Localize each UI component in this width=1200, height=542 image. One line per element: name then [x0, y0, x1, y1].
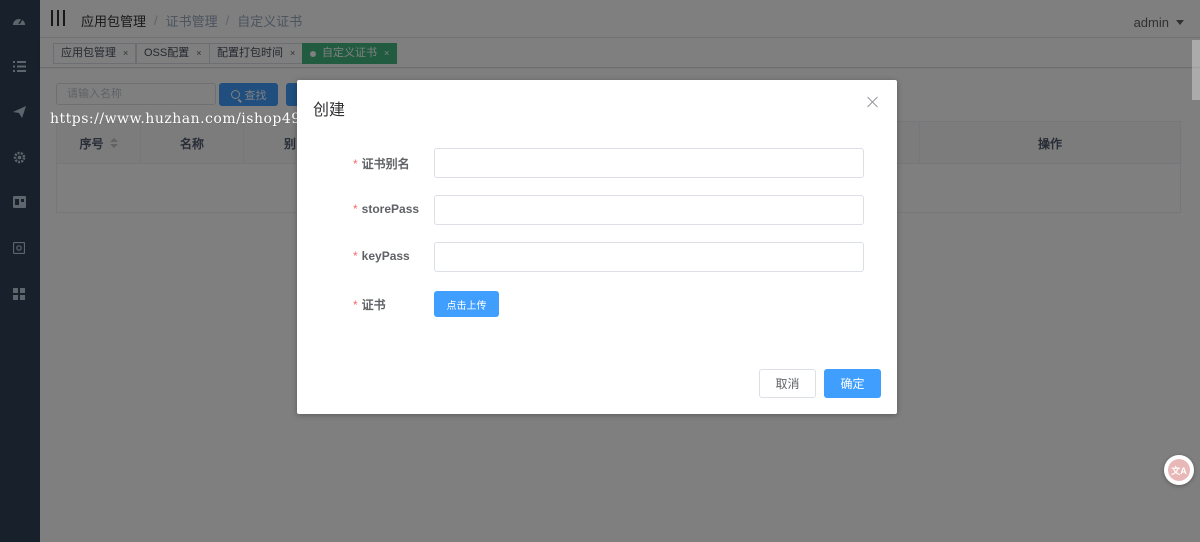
form-label-text: 证书别名	[361, 157, 410, 171]
required-mark: *	[353, 202, 358, 216]
store-pass-input[interactable]	[434, 195, 864, 225]
form-label: * 证书别名	[353, 155, 410, 172]
form-label: * 证书	[353, 296, 386, 313]
upload-button[interactable]: 点击上传	[434, 291, 499, 317]
key-pass-input[interactable]	[434, 242, 864, 272]
form-label-text: storePass	[361, 202, 420, 216]
form-item-certificate: * 证书 点击上传	[297, 290, 897, 320]
form-item-key-pass: * keyPass	[297, 242, 897, 272]
cert-alias-input[interactable]	[434, 148, 864, 178]
form-item-store-pass: * storePass	[297, 195, 897, 225]
watermark: https://www.huzhan.com/ishop49576	[50, 111, 329, 127]
translate-floating-button[interactable]: 文A	[1164, 455, 1194, 485]
form-label-text: 证书	[361, 298, 386, 312]
close-icon[interactable]	[867, 96, 879, 108]
create-dialog: 创建 * 证书别名 * storePass * keyPass * 证书 点击上传 取消…	[297, 80, 897, 414]
form-item-cert-alias: * 证书别名	[297, 148, 897, 178]
required-mark: *	[353, 298, 358, 312]
required-mark: *	[353, 249, 358, 263]
required-mark: *	[353, 157, 358, 171]
confirm-button[interactable]: 确定	[824, 369, 881, 398]
form-label: * keyPass	[353, 249, 410, 263]
form-label-text: keyPass	[361, 249, 410, 263]
dialog-title: 创建	[313, 102, 346, 119]
translate-icon: 文A	[1168, 459, 1190, 481]
form-label: * storePass	[353, 202, 419, 216]
cancel-button[interactable]: 取消	[759, 369, 816, 398]
scrollbar[interactable]	[1192, 40, 1200, 100]
